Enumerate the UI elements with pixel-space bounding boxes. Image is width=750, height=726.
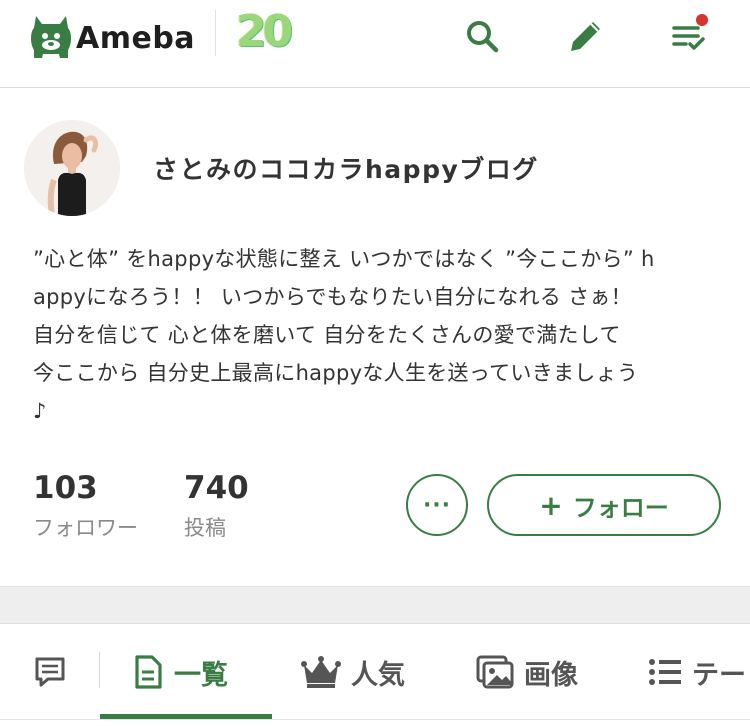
avatar-image	[24, 120, 120, 216]
tab-images[interactable]: 画像	[476, 624, 578, 720]
more-options-button[interactable]: ···	[406, 474, 468, 536]
tab-images-label: 画像	[524, 659, 578, 691]
app-header: Ameba 20	[0, 0, 750, 88]
ameba-mascot-icon	[31, 16, 71, 58]
follow-label: フォロー	[572, 493, 669, 522]
crown-icon	[301, 655, 341, 689]
section-separator	[0, 586, 750, 624]
search-button[interactable]	[460, 14, 504, 58]
ameba-logo[interactable]: Ameba	[30, 8, 195, 68]
posts-stat[interactable]: 740 投稿	[184, 470, 249, 542]
anniversary-badge: 20	[236, 6, 293, 57]
tab-list-label: 一覧	[174, 659, 228, 691]
tab-bar: 一覧 人気 画像 テー	[0, 624, 750, 726]
notification-dot	[696, 14, 708, 26]
write-post-button[interactable]	[564, 14, 608, 58]
followers-count: 103	[33, 470, 98, 506]
document-icon	[132, 654, 164, 690]
follow-button[interactable]: + フォロー	[487, 474, 721, 536]
blog-description: ”心と体” をhappyな状態に整え いつかではなく ”今ここから” h app…	[33, 240, 723, 430]
header-divider	[215, 10, 216, 56]
bio-line: ♪	[33, 399, 47, 423]
images-icon	[476, 655, 514, 689]
pencil-icon	[571, 22, 600, 51]
followers-stat[interactable]: 103 フォロワー	[33, 470, 138, 542]
bio-line: 今ここから 自分史上最高にhappyな人生を送っていきましょう	[33, 361, 639, 385]
avatar[interactable]	[24, 120, 120, 216]
tab-popular-label: 人気	[351, 659, 405, 691]
tab-popular[interactable]: 人気	[301, 624, 405, 720]
tab-message-board[interactable]	[32, 624, 68, 720]
tab-bar-border	[0, 719, 750, 720]
message-icon	[35, 657, 65, 687]
tab-divider	[99, 652, 100, 688]
more-dots-icon: ···	[422, 492, 452, 518]
posts-count: 740	[184, 470, 249, 506]
blog-title[interactable]: さとみのココカラhappyブログ	[153, 150, 539, 186]
list-icon	[648, 657, 682, 687]
feed-button[interactable]	[666, 14, 710, 58]
tab-theme-label: テー	[692, 659, 746, 691]
logo-text: Ameba	[76, 20, 196, 56]
search-icon	[467, 21, 499, 53]
posts-label: 投稿	[184, 516, 226, 540]
bio-line: ”心と体” をhappyな状態に整え いつかではなく ”今ここから” h	[33, 247, 655, 271]
plus-icon: +	[539, 488, 563, 522]
followers-label: フォロワー	[33, 516, 138, 540]
bio-line: appyになろう！！ いつからでもなりたい自分になれる さぁ！	[33, 285, 632, 309]
tab-list[interactable]: 一覧	[132, 624, 228, 720]
tab-theme[interactable]: テー	[648, 624, 746, 720]
bio-line: 自分を信じて 心と体を磨いて 自分をたくさんの愛で満たして	[33, 323, 621, 347]
